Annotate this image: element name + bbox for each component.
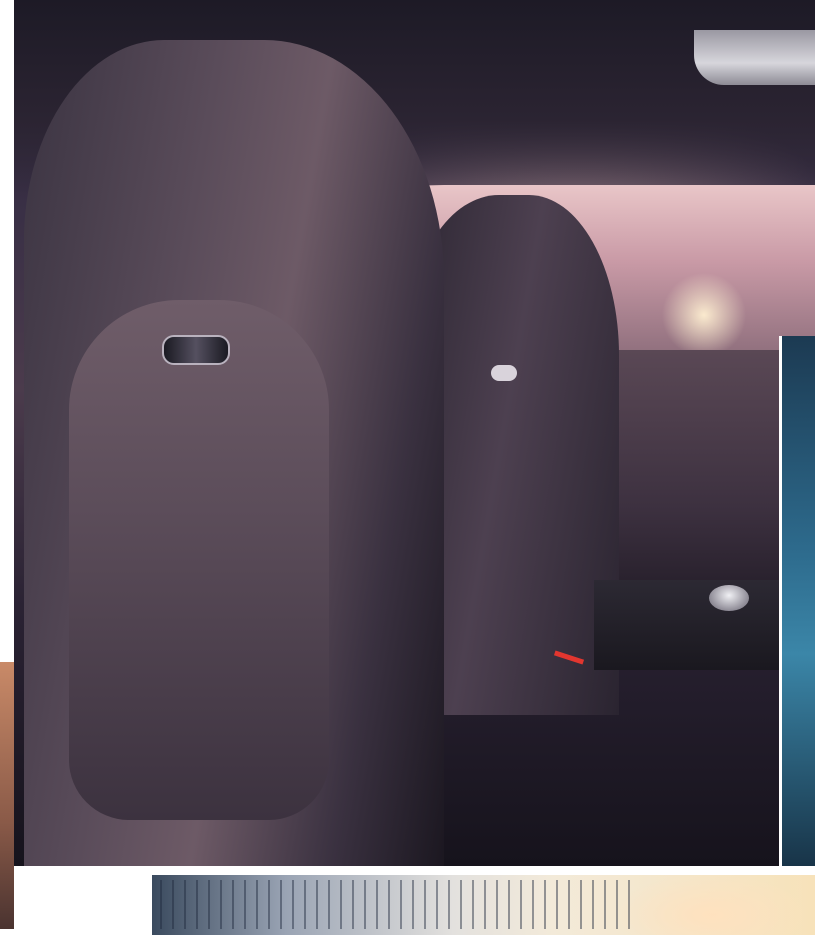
controller-knob-icon xyxy=(709,585,749,611)
right-photo-thumbnail xyxy=(779,336,815,866)
main-photo-car-interior xyxy=(14,0,815,866)
driver-seat-cushion xyxy=(69,300,329,820)
city-skyline-detail xyxy=(160,880,630,929)
center-console xyxy=(594,580,794,670)
overhead-console xyxy=(694,30,815,85)
m-logo-badge-icon xyxy=(162,335,230,365)
left-photo-thumbnail xyxy=(0,662,14,929)
passenger-seat-badge-icon xyxy=(491,365,517,381)
